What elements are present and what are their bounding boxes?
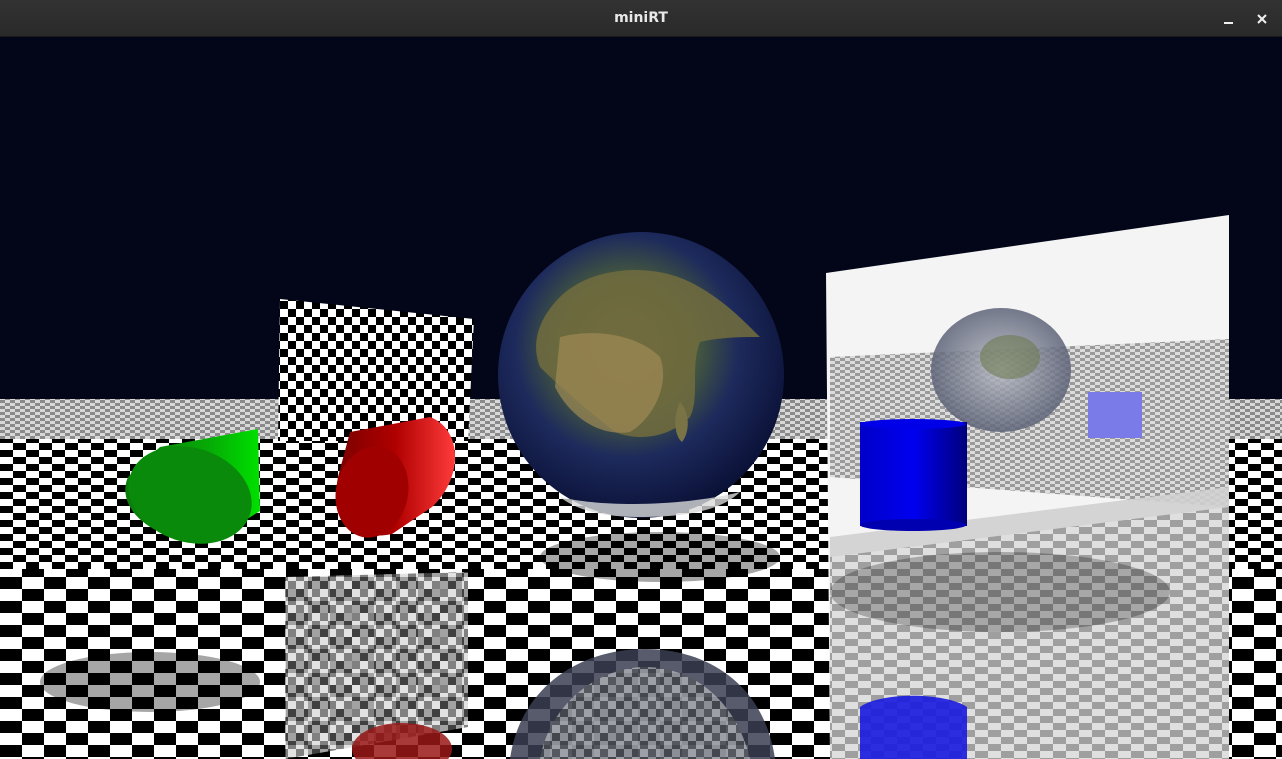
checkerboard-plane: [278, 299, 474, 441]
blue-cylinder-reflection: [860, 695, 967, 759]
minimize-button[interactable]: [1218, 8, 1240, 30]
blue-cube: [1088, 392, 1142, 438]
earth-sphere: [498, 232, 784, 518]
title-bar[interactable]: miniRT: [0, 0, 1282, 37]
rendered-scene: [0, 37, 1282, 759]
render-canvas[interactable]: [0, 37, 1282, 759]
window-title: miniRT: [614, 10, 668, 26]
minimize-icon: [1224, 22, 1233, 24]
application-window: miniRT: [0, 0, 1282, 759]
blue-cylinder: [860, 419, 967, 531]
close-button[interactable]: [1251, 8, 1273, 30]
close-icon: [1257, 14, 1267, 24]
